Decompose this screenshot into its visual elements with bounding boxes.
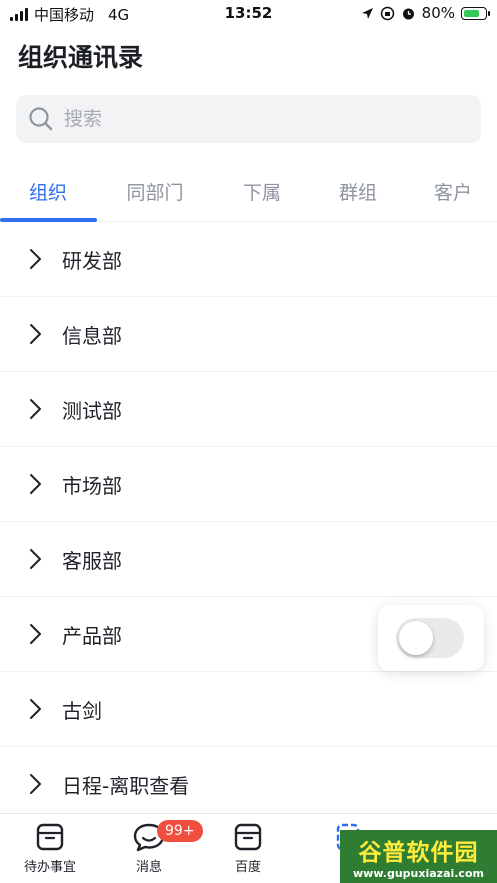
inbox-icon bbox=[234, 823, 262, 851]
tab-same-department[interactable]: 同部门 bbox=[107, 178, 203, 205]
status-bar: 中国移动 4G 13:52 80% bbox=[0, 0, 497, 28]
chevron-right-icon bbox=[30, 399, 41, 419]
department-label: 测试部 bbox=[62, 398, 122, 423]
chevron-right-icon bbox=[30, 699, 41, 719]
inbox-icon bbox=[36, 823, 64, 851]
department-item[interactable]: 古剑 bbox=[0, 672, 497, 747]
chevron-right-icon bbox=[30, 474, 41, 494]
nav-label-messages: 消息 bbox=[135, 860, 162, 875]
unread-badge: 99+ bbox=[157, 820, 203, 842]
alarm-icon bbox=[402, 8, 414, 19]
nav-item-baidu[interactable]: 百度 bbox=[198, 822, 298, 875]
department-label: 研发部 bbox=[62, 248, 122, 273]
department-item[interactable]: 日程-离职查看 bbox=[0, 747, 497, 822]
department-list: 研发部 信息部 测试部 市场部 客服部 产品部 古剑 日程-离职查看 bbox=[0, 222, 497, 822]
page-title: 组织通讯录 bbox=[18, 43, 144, 72]
department-label: 古剑 bbox=[62, 698, 102, 723]
battery-icon bbox=[461, 6, 490, 20]
department-label: 信息部 bbox=[62, 323, 122, 348]
chevron-right-icon bbox=[30, 624, 41, 644]
nav-label-baidu: 百度 bbox=[234, 860, 261, 875]
nav-label-todo: 待办事宜 bbox=[23, 860, 76, 875]
chevron-right-icon bbox=[30, 324, 41, 344]
department-item[interactable]: 市场部 bbox=[0, 447, 497, 522]
search-input[interactable] bbox=[62, 107, 446, 131]
nav-item-messages[interactable]: 99+ 消息 bbox=[99, 820, 203, 875]
toggle-knob bbox=[399, 621, 433, 655]
battery-percent: 80% bbox=[421, 4, 455, 22]
watermark-logo: 谷普软件园 www.gupuxiazai.com bbox=[340, 830, 497, 883]
location-arrow-icon bbox=[361, 7, 373, 19]
watermark-main: 谷普软件园 bbox=[358, 840, 479, 866]
department-item[interactable]: 信息部 bbox=[0, 297, 497, 372]
chevron-right-icon bbox=[30, 774, 41, 794]
department-label: 日程-离职查看 bbox=[62, 773, 190, 798]
search-box[interactable] bbox=[16, 95, 481, 143]
status-right: 80% bbox=[361, 4, 490, 22]
department-item[interactable]: 测试部 bbox=[0, 372, 497, 447]
search-icon bbox=[29, 107, 53, 131]
tab-groups[interactable]: 群组 bbox=[310, 178, 406, 205]
rotation-lock-icon bbox=[380, 6, 394, 20]
tab-subordinates[interactable]: 下属 bbox=[214, 178, 310, 205]
watermark-sub: www.gupuxiazai.com bbox=[353, 867, 484, 880]
chevron-right-icon bbox=[30, 549, 41, 569]
tab-customers[interactable]: 客户 bbox=[405, 178, 497, 205]
department-item[interactable]: 研发部 bbox=[0, 222, 497, 297]
toggle-switch[interactable] bbox=[396, 618, 464, 658]
department-label: 客服部 bbox=[62, 548, 122, 573]
department-label: 市场部 bbox=[62, 473, 122, 498]
nav-item-todo[interactable]: 待办事宜 bbox=[0, 822, 100, 875]
tab-organization[interactable]: 组织 bbox=[0, 178, 96, 205]
department-item[interactable]: 客服部 bbox=[0, 522, 497, 597]
department-label: 产品部 bbox=[62, 623, 122, 648]
floating-toggle-card bbox=[378, 605, 484, 671]
chevron-right-icon bbox=[30, 249, 41, 269]
tab-bar: 组织 同部门 下属 群组 客户 bbox=[0, 160, 497, 222]
